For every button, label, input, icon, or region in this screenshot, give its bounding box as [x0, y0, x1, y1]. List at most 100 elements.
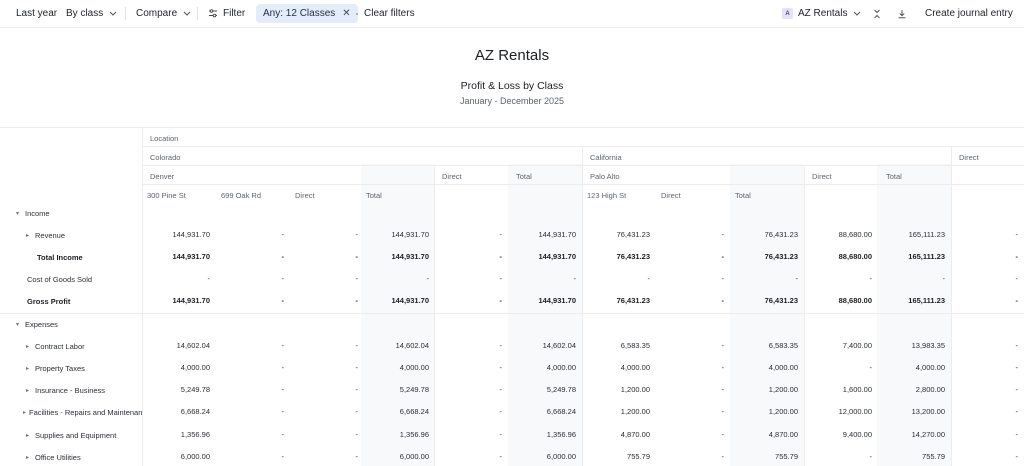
caret-right-icon[interactable]: ▸: [23, 387, 32, 394]
header-california: California: [590, 153, 622, 162]
table-cell: 88,680.00: [838, 252, 872, 261]
table-cell: -: [281, 341, 285, 350]
table-cell: 12,000.00: [838, 407, 872, 416]
report-period: January - December 2025: [459, 96, 565, 106]
table-cell: -: [1015, 430, 1019, 439]
header-colorado: Colorado: [150, 153, 181, 162]
create-journal-entry-button[interactable]: Create journal entry: [925, 4, 1013, 23]
table-cell: -: [721, 452, 725, 461]
table-cell: 165,111.23: [908, 296, 945, 305]
company-selector[interactable]: A AZ Rentals: [782, 4, 861, 23]
column-header: 300 Pine St: [147, 191, 186, 200]
table-cell: 144,931.70: [538, 230, 576, 239]
compare-dropdown[interactable]: Compare: [136, 4, 191, 23]
table-cell: 9,400.00: [842, 430, 872, 439]
row-label: Total Income: [37, 251, 142, 263]
table-cell: 14,602.04: [176, 341, 210, 350]
row-label-text: Insurance - Business: [35, 385, 106, 395]
table-cell: -: [1015, 452, 1019, 461]
row-label-text: Revenue: [35, 230, 66, 240]
table-cell: -: [281, 430, 285, 439]
row-label-text: Property Taxes: [35, 363, 85, 373]
caret-right-icon[interactable]: ▸: [23, 232, 32, 239]
table-cell: -: [721, 363, 725, 372]
caret-right-icon[interactable]: ▸: [23, 409, 26, 416]
report-toolbar: Last year By class Compare Filter Any: 1…: [0, 0, 1024, 28]
table-cell: -: [721, 252, 725, 261]
period-label: Last year: [16, 8, 58, 19]
caret-right-icon[interactable]: ▸: [23, 343, 32, 350]
caret-right-icon[interactable]: ▸: [23, 432, 32, 439]
table-cell: 13,200.00: [911, 407, 945, 416]
create-journal-entry-label: Create journal entry: [925, 8, 1013, 19]
table-cell: -: [1015, 385, 1019, 394]
table-cell: -: [869, 452, 873, 461]
column-header: Direct: [295, 191, 315, 200]
table-cell: -: [355, 452, 359, 461]
chevron-down-icon: [853, 11, 861, 16]
row-label[interactable]: ▾ Income: [13, 207, 142, 219]
table-cell: -: [355, 363, 359, 372]
table-cell: 14,602.04: [395, 341, 429, 350]
table-cell: 14,270.00: [911, 430, 945, 439]
row-label-text: Gross Profit: [27, 296, 71, 306]
table-cell: -: [795, 274, 799, 283]
table-cell: -: [721, 385, 725, 394]
table-cell: 76,431.23: [616, 296, 650, 305]
table-cell: 14,602.04: [542, 341, 576, 350]
row-label-text: Expenses: [25, 319, 58, 329]
collapse-button[interactable]: [873, 4, 881, 23]
row-label[interactable]: ▸ Facilities - Repairs and Maintenance: [23, 406, 142, 418]
table-cell: 2,800.00: [915, 385, 945, 394]
close-icon[interactable]: ✕: [342, 8, 350, 19]
table-cell: 4,000.00: [620, 363, 650, 372]
period-selector[interactable]: Last year: [16, 4, 57, 23]
caret-right-icon[interactable]: ▸: [23, 454, 32, 461]
table-cell: -: [499, 296, 503, 305]
caret-down-icon[interactable]: ▾: [13, 321, 22, 328]
table-cell: 4,870.00: [768, 430, 798, 439]
table-cell: -: [281, 452, 285, 461]
row-label[interactable]: ▸ Revenue: [23, 229, 142, 241]
table-cell: 76,431.23: [616, 230, 650, 239]
row-label-text: Supplies and Equipment: [35, 430, 117, 440]
download-button[interactable]: [897, 4, 907, 23]
active-filter-chip[interactable]: Any: 12 Classes ✕: [256, 4, 358, 23]
row-label[interactable]: ▸ Insurance - Business: [23, 384, 142, 396]
table-cell: -: [355, 230, 359, 239]
row-label[interactable]: ▸ Supplies and Equipment: [23, 429, 142, 441]
caret-right-icon[interactable]: ▸: [23, 365, 32, 372]
table-cell: 6,583.35: [620, 341, 650, 350]
chevron-down-icon: [109, 11, 117, 16]
table-cell: 144,931.70: [172, 230, 210, 239]
header-palo-alto: Palo Alto: [590, 172, 620, 181]
row-label[interactable]: ▸ Property Taxes: [23, 362, 142, 374]
table-cell: 144,931.70: [172, 296, 210, 305]
table-cell: -: [721, 230, 725, 239]
table-cell: -: [1015, 252, 1019, 261]
table-cell: 76,431.23: [764, 252, 798, 261]
table-cell: 1,200.00: [620, 385, 650, 394]
compare-label: Compare: [136, 8, 178, 19]
row-label[interactable]: ▸ Contract Labor: [23, 340, 142, 352]
row-label[interactable]: ▾ Expenses: [13, 318, 142, 330]
caret-down-icon[interactable]: ▾: [13, 210, 22, 217]
table-cell: 1,356.96: [399, 430, 429, 439]
row-label[interactable]: ▸ Office Utilities: [23, 451, 142, 463]
row-label-text: Office Utilities: [35, 452, 81, 462]
table-cell: -: [281, 363, 285, 372]
table-cell: -: [942, 274, 946, 283]
download-icon: [897, 9, 907, 19]
table-cell: 4,000.00: [180, 363, 210, 372]
filter-button[interactable]: Filter: [208, 4, 245, 23]
collapse-icon: [873, 9, 881, 19]
table-cell: -: [355, 252, 359, 261]
table-cell: 755.79: [775, 452, 798, 461]
clear-filters-link[interactable]: Clear filters: [364, 4, 415, 23]
group-by-dropdown[interactable]: By class: [66, 4, 117, 23]
table-cell: -: [426, 274, 430, 283]
table-cell: -: [499, 252, 503, 261]
column-header: 123 High St: [587, 191, 627, 200]
table-cell: -: [355, 430, 359, 439]
chevron-down-icon: [183, 11, 191, 16]
